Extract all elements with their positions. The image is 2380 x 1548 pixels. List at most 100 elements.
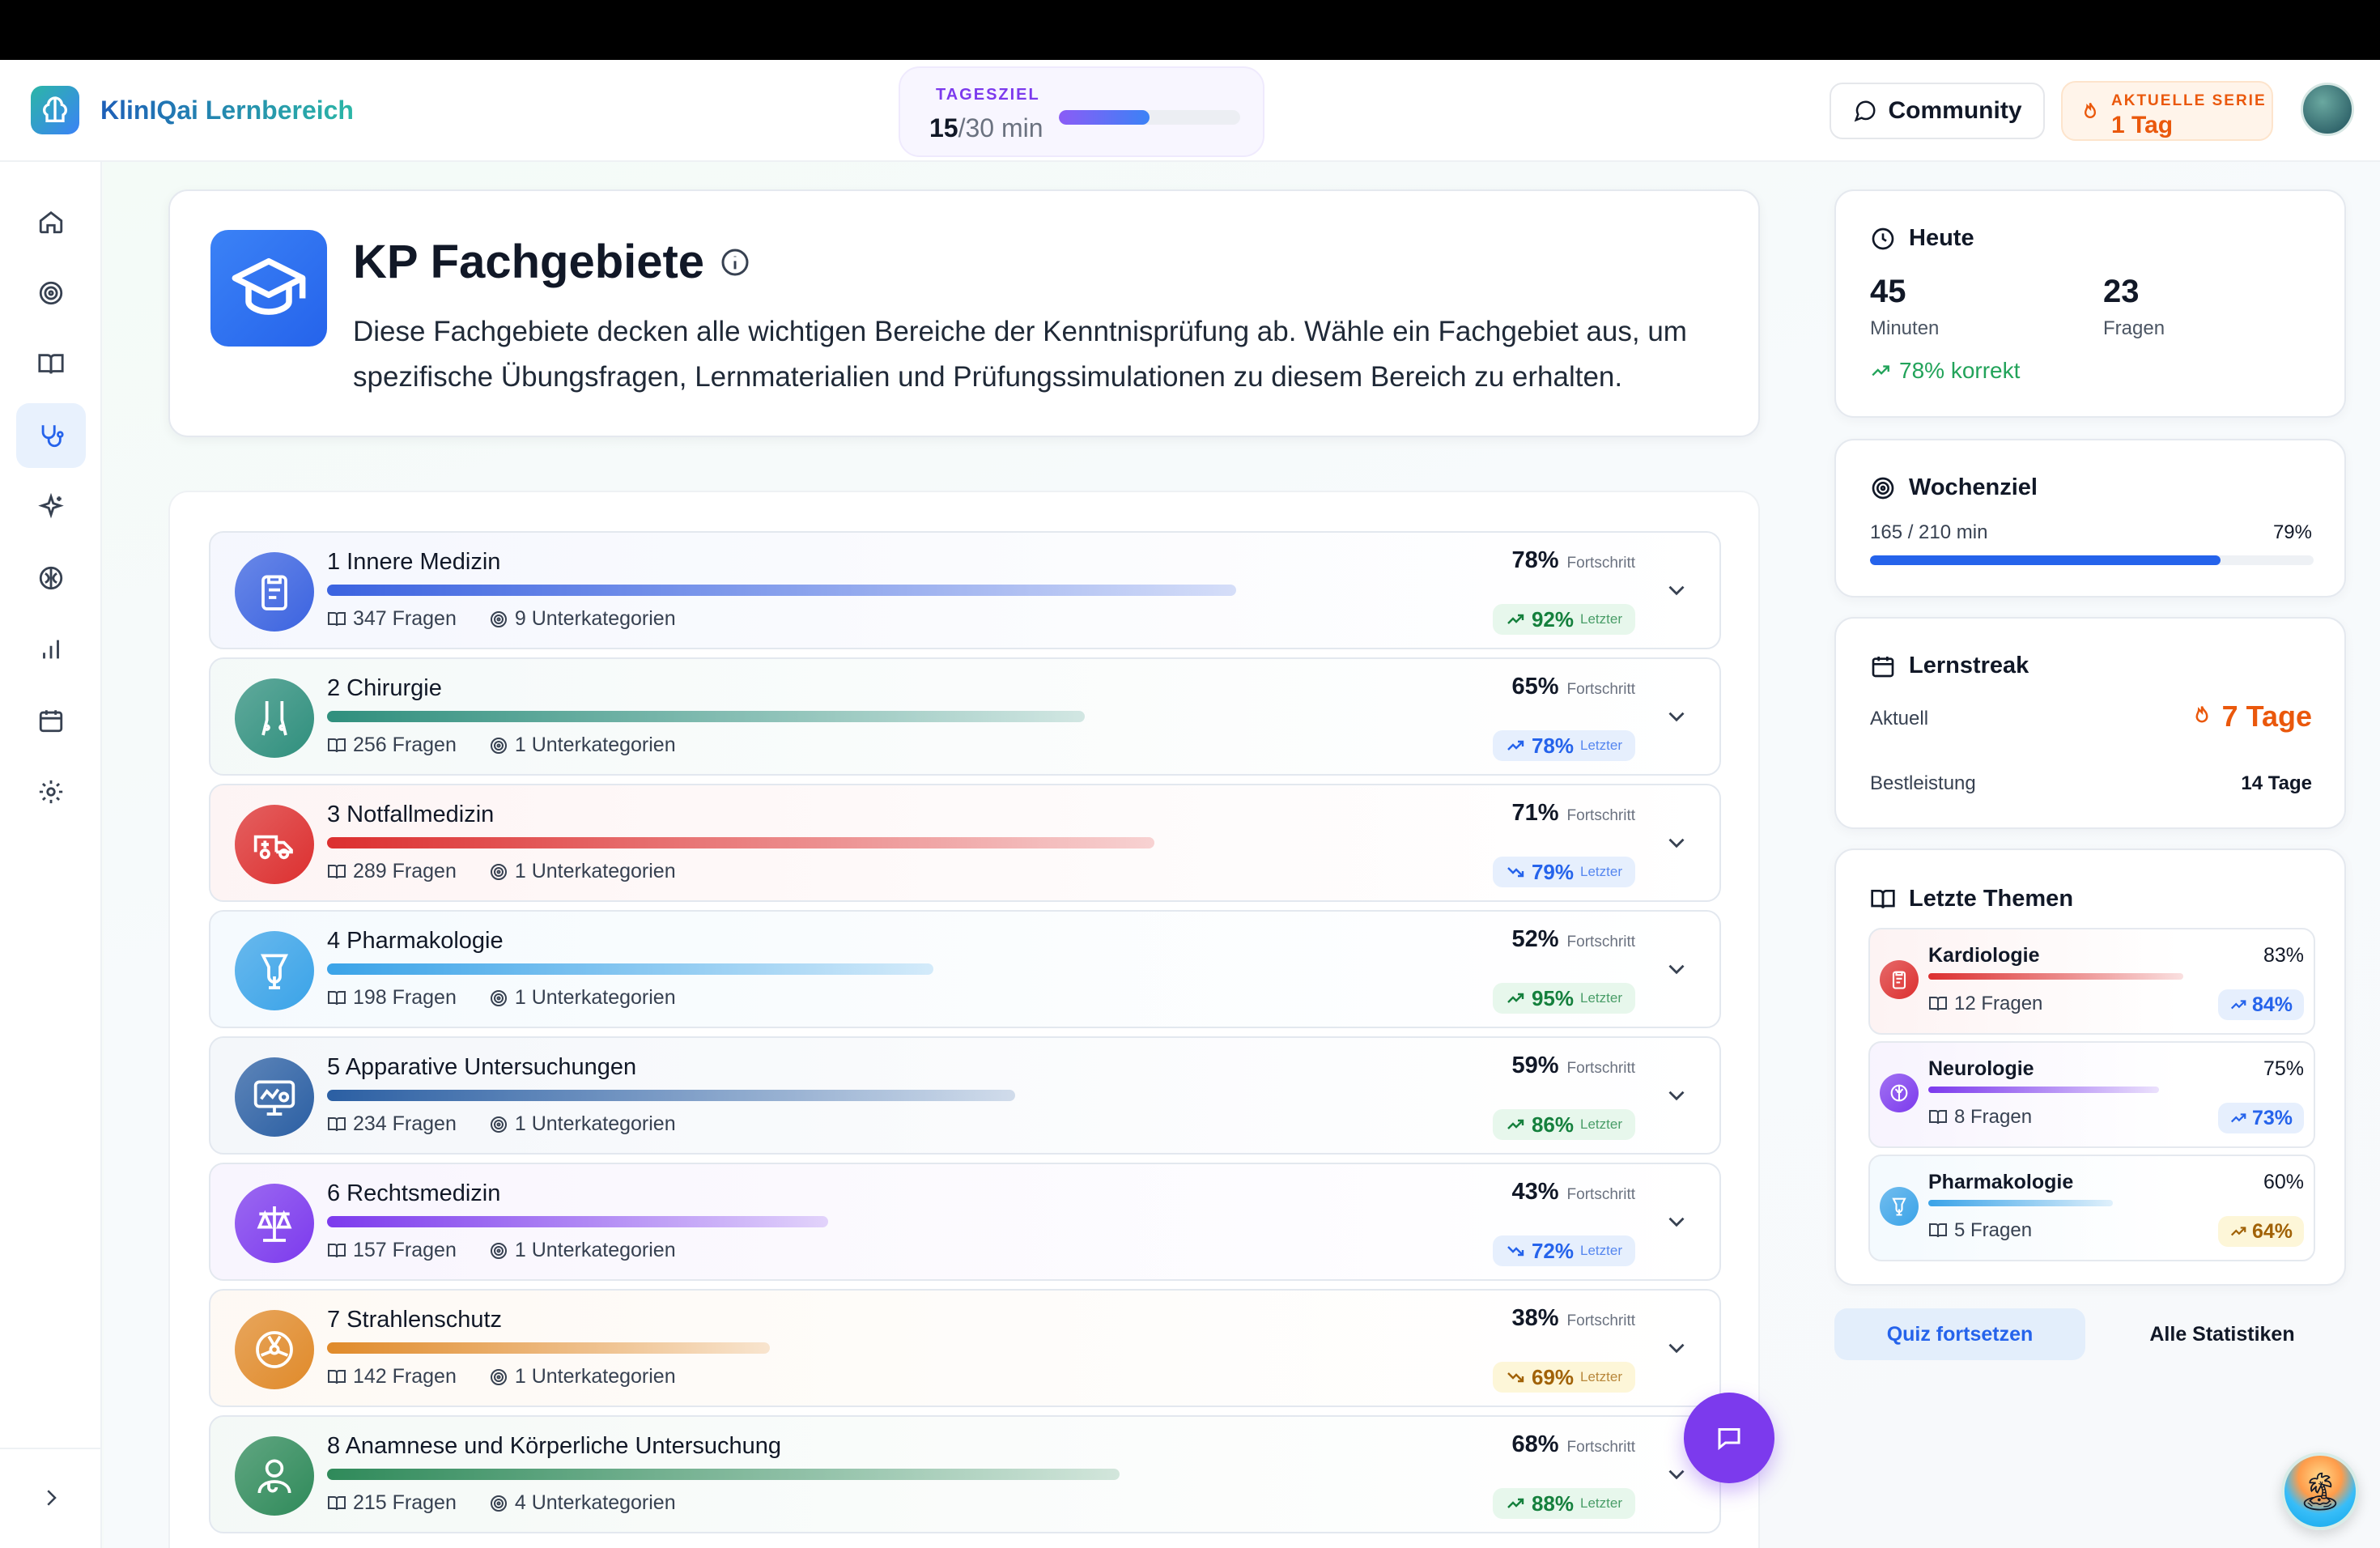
radiation-icon	[256, 1331, 293, 1368]
weekly-goal-percent: 79%	[2272, 521, 2312, 543]
streak-current-value: 7 Tage	[2190, 700, 2312, 734]
streak-best-label: Bestleistung	[1870, 772, 1976, 794]
fachgebiet-row[interactable]: 1 Innere Medizin 347 Fragen 9 Unterkateg…	[209, 531, 1721, 649]
chevron-down-icon[interactable]	[1663, 703, 1690, 730]
chevron-down-icon[interactable]	[1663, 576, 1690, 604]
hero-card: KP Fachgebiete Diese Fachgebiete decken …	[168, 189, 1760, 437]
community-button[interactable]: Community	[1830, 83, 2045, 139]
user-avatar[interactable]	[2301, 83, 2354, 136]
chat-fab-button[interactable]	[1684, 1393, 1774, 1483]
calendar-icon	[39, 710, 63, 733]
today-minutes: 45	[1870, 274, 1906, 309]
sidebar-item-home[interactable]	[16, 189, 86, 254]
app-logo[interactable]	[31, 86, 79, 134]
sidebar-expand-button[interactable]	[16, 1465, 86, 1530]
target-icon	[39, 281, 63, 305]
recent-topic-item[interactable]: Neurologie 75% 8 Fragen 73%	[1868, 1041, 2315, 1148]
page-title: KP Fachgebiete	[353, 235, 751, 289]
fachgebiet-progress-bar	[327, 963, 933, 975]
fachgebiet-progress: 43% Fortschritt	[1511, 1179, 1636, 1205]
fachgebiet-last-score: 86% Letzter	[1492, 1109, 1635, 1140]
book-icon	[1871, 889, 1895, 908]
scale-icon	[257, 1206, 292, 1242]
fachgebiet-meta: 256 Fragen 1 Unterkategorien	[327, 734, 676, 757]
fachgebiet-progress: 68% Fortschritt	[1511, 1431, 1636, 1457]
fachgebiet-row[interactable]: 8 Anamnese und Körperliche Untersuchung …	[209, 1415, 1721, 1533]
chevron-down-icon[interactable]	[1663, 955, 1690, 983]
sidebar-item-brain[interactable]	[16, 546, 86, 610]
beach-widget-icon[interactable]: 🏝	[2281, 1452, 2359, 1530]
weekly-goal-progress	[1870, 555, 2314, 565]
graduation-cap-icon	[232, 257, 306, 315]
weekly-goal-card: Wochenziel 165 / 210 min 79%	[1834, 439, 2346, 598]
fachgebiet-meta: 234 Fragen 1 Unterkategorien	[327, 1112, 676, 1136]
weekly-goal-title: Wochenziel	[1870, 474, 2038, 501]
fachgebiet-row[interactable]: 6 Rechtsmedizin 157 Fragen 1 Unterkatego…	[209, 1163, 1721, 1281]
fachgebiet-last-score: 78% Letzter	[1492, 730, 1635, 761]
today-questions-label: Fragen	[2103, 317, 2165, 339]
info-icon[interactable]	[719, 246, 751, 279]
fachgebiet-last-score: 72% Letzter	[1492, 1235, 1635, 1266]
ambulance-icon	[253, 835, 293, 860]
sidebar-item-goals[interactable]	[16, 261, 86, 325]
today-minutes-label: Minuten	[1870, 317, 1940, 339]
trend-up-icon	[1507, 1119, 1524, 1129]
chat-bubble-icon	[1854, 100, 1876, 122]
recent-topic-last-score: 84%	[2217, 989, 2304, 1020]
learn-streak-card: Lernstreak Aktuell 7 Tage Bestleistung 1…	[1834, 617, 2346, 829]
continue-quiz-button[interactable]: Quiz fortsetzen	[1834, 1308, 2085, 1360]
fachgebiet-meta: 157 Fragen 1 Unterkategorien	[327, 1239, 676, 1262]
fachgebiet-row[interactable]: 4 Pharmakologie 198 Fragen 1 Unterkatego…	[209, 910, 1721, 1028]
gear-icon	[39, 780, 63, 804]
daily-goal-label: TAGESZIEL	[936, 86, 1040, 104]
fachgebiet-last-score: 88% Letzter	[1492, 1488, 1635, 1519]
fachgebiet-meta: 198 Fragen 1 Unterkategorien	[327, 986, 676, 1010]
fachgebiet-question-count: 142 Fragen	[353, 1365, 457, 1388]
fachgebiet-progress: 71% Fortschritt	[1511, 800, 1636, 826]
recent-topic-progress-bar	[1928, 973, 2184, 980]
fachgebiet-row[interactable]: 2 Chirurgie 256 Fragen 1 Unterkategorien…	[209, 657, 1721, 776]
sidebar-item-library[interactable]	[16, 332, 86, 397]
sidebar-item-statistics[interactable]	[16, 617, 86, 682]
chevron-down-icon[interactable]	[1663, 829, 1690, 857]
all-statistics-button[interactable]: Alle Statistiken	[2105, 1308, 2340, 1360]
daily-goal-value: 15/30 min	[929, 113, 1043, 142]
sidebar-item-settings[interactable]	[16, 759, 86, 824]
chevron-right-icon	[47, 1490, 57, 1506]
weekly-goal-value: 165 / 210 min	[1870, 521, 1988, 543]
recent-topic-name: Pharmakologie	[1928, 1171, 2074, 1193]
book-icon	[1929, 1223, 1947, 1238]
weekly-goal-progress-fill	[1870, 555, 2221, 565]
fachgebiet-row[interactable]: 7 Strahlenschutz 142 Fragen 1 Unterkateg…	[209, 1289, 1721, 1407]
fachgebiet-question-count: 256 Fragen	[353, 734, 457, 756]
chevron-down-icon[interactable]	[1663, 1082, 1690, 1109]
streak-badge[interactable]: AKTUELLE SERIE 1 Tag	[2061, 81, 2273, 141]
daily-goal-progress	[1059, 110, 1240, 125]
fachgebiet-progress-bar	[327, 1469, 1120, 1480]
fachgebiet-icon	[235, 1184, 314, 1263]
fachgebiet-question-count: 289 Fragen	[353, 860, 457, 882]
target-icon	[490, 1116, 507, 1133]
sidebar-item-fachgebiete[interactable]	[16, 403, 86, 468]
sidebar-item-ai[interactable]	[16, 474, 86, 539]
book-icon	[328, 990, 346, 1005]
chevron-down-icon[interactable]	[1663, 1461, 1690, 1488]
fachgebiet-subcategory-count: 9 Unterkategorien	[514, 607, 676, 630]
recent-topic-item[interactable]: Pharmakologie 60% 5 Fragen 64%	[1868, 1155, 2315, 1261]
recent-topic-item[interactable]: Kardiologie 83% 12 Fragen 84%	[1868, 928, 2315, 1035]
fachgebiet-icon	[235, 1057, 314, 1137]
daily-goal[interactable]: TAGESZIEL 15/30 min	[899, 66, 1264, 157]
sidebar-item-calendar[interactable]	[16, 688, 86, 753]
hero-icon	[210, 230, 327, 347]
community-button-label: Community	[1888, 97, 2022, 124]
target-icon	[1872, 477, 1894, 499]
chevron-down-icon[interactable]	[1663, 1208, 1690, 1235]
chat-icon	[1718, 1428, 1740, 1451]
page-description: Diese Fachgebiete decken alle wichtigen …	[353, 316, 1687, 393]
fachgebiet-meta: 215 Fragen 4 Unterkategorien	[327, 1491, 676, 1515]
fachgebiet-row[interactable]: 5 Apparative Untersuchungen 234 Fragen 1…	[209, 1036, 1721, 1155]
chevron-down-icon[interactable]	[1663, 1334, 1690, 1362]
flame-icon	[2084, 102, 2097, 118]
book-icon	[38, 354, 64, 374]
fachgebiet-row[interactable]: 3 Notfallmedizin 289 Fragen 1 Unterkateg…	[209, 784, 1721, 902]
